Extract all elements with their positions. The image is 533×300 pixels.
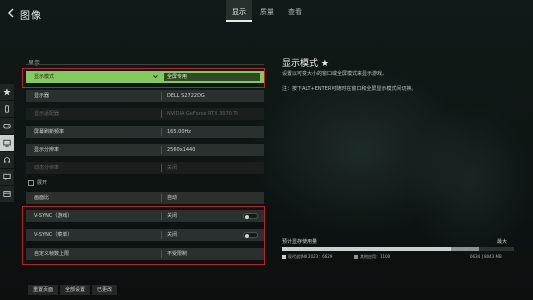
value-separator [161,212,162,220]
setting-label: 显示器 [34,93,50,99]
setting-value: 2560x1440 [167,147,196,153]
setting-value: 全屏专用 [167,74,188,80]
changed-button[interactable]: 已更改 [92,285,118,295]
category-rail [0,84,14,203]
setting-value: DELL S2722DG [167,93,205,99]
vram-legend-game: 现代战争Ⅲ 2023：6629 [282,254,332,260]
reset-page-button[interactable]: 重置页面 [28,285,59,295]
top-bar: 图像 显示 质量 查看 [0,0,533,26]
vram-legend-other: 其他应用：1100 [354,254,390,260]
legend-label: 其他应用：1100 [360,254,391,259]
legend-label: 现代战争Ⅲ 2023：6629 [288,254,333,259]
setting-row-dynamic-resolution: 动态分辨率 关闭 [26,162,264,174]
setting-row-vsync-game[interactable]: V-SYNC（游戏） 关闭 [26,210,264,222]
vram-max-label: 最大 [497,239,508,245]
card-icon[interactable] [0,186,14,202]
value-separator [161,250,162,258]
value-separator [161,128,162,136]
setting-label: 屏幕刷新频率 [34,129,65,135]
value-separator [161,231,162,239]
value-separator [161,110,162,118]
vram-usage-bar [282,247,514,251]
chat-icon[interactable] [0,169,14,185]
setting-row-frame-rate-limit[interactable]: 自定义帧数上限 不受限制 [26,248,264,260]
toggle-knob [245,233,249,238]
setting-row-vsync-menu[interactable]: V-SYNC（菜单） 关闭 [26,229,264,241]
setting-label: V-SYNC（游戏） [34,213,73,219]
setting-label: V-SYNC（菜单） [34,232,73,238]
setting-row-display-adapter: 显示适配器 NVIDIA GeForce RTX 3070 Ti [26,108,264,120]
vram-label: 预计显存使用量 [282,239,318,245]
vram-other-fill [451,247,480,251]
section-label-display: 显示 [28,58,40,67]
tab-display[interactable]: 显示 [226,0,252,22]
legend-swatch [282,255,286,259]
setting-label: 动态分辨率 [34,165,60,171]
display-icon[interactable] [0,135,14,151]
setting-label: 显示适配器 [34,111,60,117]
expand-label: 展开 [37,180,48,186]
setting-value: 关闭 [167,165,178,171]
detail-description: 设置以可变大小的窗口或全屏模式来显示游戏。 [282,71,388,77]
vsync-game-toggle[interactable] [243,213,258,219]
phone-icon[interactable] [0,101,14,117]
value-separator [161,194,162,202]
section-divider [26,64,264,65]
vram-game-fill [282,247,452,251]
setting-label: 显示分辨率 [34,147,60,153]
chevron-down-icon [153,75,158,79]
setting-value: 165.00Hz [167,129,191,135]
tab-bar: 显示 质量 查看 [226,0,310,22]
setting-row-refresh-rate[interactable]: 屏幕刷新频率 165.00Hz [26,126,264,138]
detail-note: 注：按下ALT+ENTER可随时在窗口和全屏显示模式间切换。 [282,86,417,92]
detail-title: 显示模式 ★ [282,59,329,69]
headphones-icon[interactable] [0,152,14,168]
tab-view[interactable]: 查看 [282,0,308,22]
page-title: 图像 [20,11,42,22]
value-separator [161,146,162,154]
setting-value: NVIDIA GeForce RTX 3070 Ti [167,111,238,117]
legend-swatch [354,255,358,259]
setting-value: 不受限制 [167,251,188,257]
toggle-knob [245,214,249,219]
value-separator [161,164,162,172]
setting-label: 画面比 [34,195,50,201]
vsync-menu-toggle[interactable] [243,232,258,238]
setting-label: 显示模式 [34,74,55,80]
setting-value: 关闭 [167,213,178,219]
expand-checkbox[interactable] [28,179,34,186]
expand-toggle[interactable]: 展开 [28,179,47,186]
value-separator [161,92,162,100]
setting-row-display-mode[interactable]: 显示模式 全屏专用 [26,71,264,83]
setting-value: 自动 [167,195,178,201]
tab-quality[interactable]: 质量 [254,0,280,22]
setting-row-resolution[interactable]: 显示分辨率 2560x1440 [26,144,264,156]
controller-icon[interactable] [0,118,14,134]
star-icon[interactable] [0,84,14,100]
back-arrow-icon[interactable] [6,8,16,18]
vram-total: 6634 | 8043 MB [470,254,502,259]
setting-row-monitor[interactable]: 显示器 DELL S2722DG [26,90,264,102]
setting-label: 自定义帧数上限 [34,251,70,257]
all-settings-button[interactable]: 全部设置 [60,285,91,295]
setting-value: 关闭 [167,232,178,238]
setting-row-aspect-ratio[interactable]: 画面比 自动 [26,192,264,204]
